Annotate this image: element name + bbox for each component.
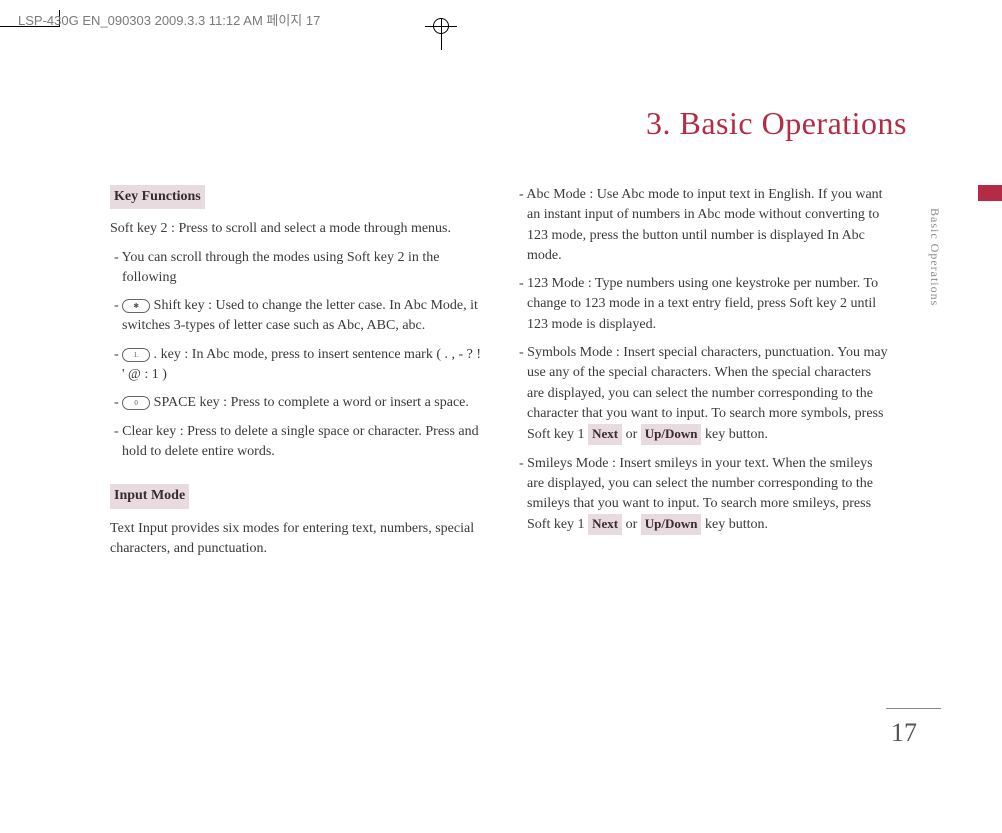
side-section-label: Basic Operations	[927, 208, 942, 306]
symbols-text-c: key button.	[701, 427, 768, 442]
key-functions-heading: Key Functions	[110, 185, 205, 209]
next-button-label-2: Next	[588, 514, 622, 535]
dot-key-icon: 1.	[122, 348, 150, 362]
kf-item2-prefix: -	[114, 298, 122, 313]
kf-item-clear: - Clear key : Press to delete a single s…	[110, 422, 485, 463]
kf-item-space: - 0 SPACE key : Press to complete a word…	[110, 393, 485, 413]
page-number: 17	[891, 718, 917, 748]
kf-item3-text: . key : In Abc mode, press to insert sen…	[122, 347, 481, 382]
right-column: - Abc Mode : Use Abc mode to input text …	[515, 185, 890, 567]
space-key-icon: 0	[122, 396, 150, 410]
input-mode-heading: Input Mode	[110, 484, 189, 508]
shift-key-icon: ✱	[122, 299, 150, 313]
chapter-title: 3. Basic Operations	[646, 105, 907, 142]
next-button-label: Next	[588, 424, 622, 445]
side-tab	[978, 185, 1002, 201]
left-column: Key Functions Soft key 2 : Press to scro…	[110, 185, 485, 567]
smileys-text-b: or	[622, 517, 641, 532]
kf-item-shift: - ✱ Shift key : Used to change the lette…	[110, 296, 485, 337]
kf-item2-text: Shift key : Used to change the letter ca…	[122, 298, 478, 333]
kf-item-dot: - 1. . key : In Abc mode, press to inser…	[110, 345, 485, 386]
updown-button-label: Up/Down	[641, 424, 702, 445]
smileys-text-c: key button.	[701, 517, 768, 532]
document-meta: LSP-430G EN_090303 2009.3.3 11:12 AM 페이지…	[18, 10, 320, 29]
abc-mode: - Abc Mode : Use Abc mode to input text …	[515, 185, 890, 266]
symbols-mode: - Symbols Mode : Insert special characte…	[515, 343, 890, 445]
kf-item4-text: SPACE key : Press to complete a word or …	[150, 395, 469, 410]
kf-item4-prefix: -	[114, 395, 122, 410]
kf-item-scroll: - You can scroll through the modes using…	[110, 248, 485, 289]
123-mode: - 123 Mode : Type numbers using one keys…	[515, 274, 890, 335]
page-content: Key Functions Soft key 2 : Press to scro…	[110, 185, 890, 567]
symbols-text-b: or	[622, 427, 641, 442]
kf-item3-prefix: -	[114, 347, 122, 362]
smileys-mode: - Smileys Mode : Insert smileys in your …	[515, 454, 890, 536]
updown-button-label-2: Up/Down	[641, 514, 702, 535]
kf-intro: Soft key 2 : Press to scroll and select …	[110, 219, 485, 239]
im-intro: Text Input provides six modes for enteri…	[110, 519, 485, 560]
